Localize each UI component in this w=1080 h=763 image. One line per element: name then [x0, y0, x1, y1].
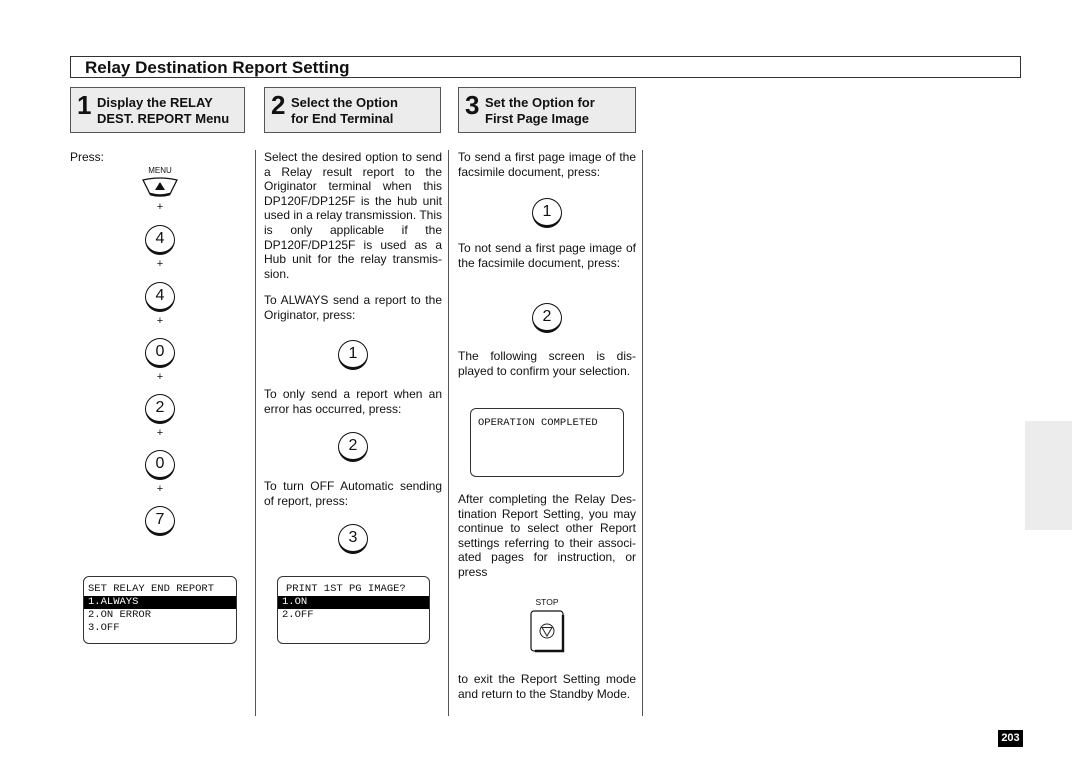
- key-0[interactable]: 0: [145, 450, 175, 480]
- col2-error-text: To only send a report when an error has …: [264, 387, 442, 416]
- menu-key-shape: [142, 177, 178, 197]
- plus-sign: +: [156, 483, 164, 495]
- menu-key-label: MENU: [148, 166, 172, 175]
- plus-sign: +: [156, 258, 164, 270]
- col2-always-text: To ALWAYS send a report to the Originato…: [264, 293, 442, 322]
- section-title-bar: Relay Destination Report Setting: [70, 56, 1021, 78]
- step-label: Select the Option for End Terminal: [291, 95, 398, 126]
- plus-sign: +: [156, 371, 164, 383]
- step-1-header: 1 Display the RELAY DEST. REPORT Menu: [70, 87, 245, 133]
- lcd-row: 2.ON ERROR: [88, 609, 152, 621]
- key-2[interactable]: 2: [338, 432, 368, 462]
- step-label: Display the RELAY DEST. REPORT Menu: [97, 95, 230, 126]
- stop-key-label: STOP: [535, 597, 559, 607]
- stop-key-shape: [530, 610, 565, 653]
- col3-exit-text: to exit the Report Setting mode and retu…: [458, 672, 636, 701]
- lcd-row: OPERATION COMPLETED: [478, 417, 598, 429]
- column-divider: [448, 150, 449, 716]
- col2-off-text: To turn OFF Automatic sending of report,…: [264, 479, 442, 508]
- lcd-display-first-page: PRINT 1ST PG IMAGE? 1.ON 2.OFF: [277, 576, 430, 644]
- step-2-header: 2 Select the Option for End Terminal: [264, 87, 441, 133]
- lcd-row: 3.OFF: [88, 622, 120, 634]
- key-4[interactable]: 4: [145, 282, 175, 312]
- plus-sign: +: [156, 315, 164, 327]
- lcd-display-operation-completed: OPERATION COMPLETED: [470, 408, 624, 477]
- lcd-row-selected: 1.ON: [278, 596, 429, 609]
- key-0[interactable]: 0: [145, 338, 175, 368]
- key-3[interactable]: 3: [338, 524, 368, 554]
- lcd-row-selected: 1.ALWAYS: [84, 596, 236, 609]
- col2-intro-text: Select the desired option to send a Rela…: [264, 150, 442, 281]
- step-label: Set the Option for First Page Image: [485, 95, 595, 126]
- key-4[interactable]: 4: [145, 225, 175, 255]
- section-title: Relay Destination Report Setting: [85, 58, 350, 77]
- step-3-header: 3 Set the Option for First Page Image: [458, 87, 636, 133]
- lcd-row: 2.OFF: [282, 609, 314, 621]
- plus-sign: +: [156, 201, 164, 213]
- side-thumb-tab: [1025, 421, 1072, 530]
- col3-confirm-text: The following screen is dis-played to co…: [458, 349, 636, 378]
- key-7[interactable]: 7: [145, 506, 175, 536]
- key-1[interactable]: 1: [338, 340, 368, 370]
- key-2[interactable]: 2: [532, 303, 562, 333]
- column-divider: [255, 150, 256, 716]
- col3-send-text: To send a first page image of the facsim…: [458, 150, 636, 179]
- column-divider: [642, 150, 643, 716]
- step-number: 2: [271, 90, 286, 120]
- step-number: 3: [465, 90, 480, 120]
- step-number: 1: [77, 90, 92, 120]
- col3-nosend-text: To not send a first page image of the fa…: [458, 241, 636, 270]
- key-2[interactable]: 2: [145, 394, 175, 424]
- lcd-row: PRINT 1ST PG IMAGE?: [286, 583, 406, 595]
- menu-key[interactable]: MENU: [140, 166, 180, 203]
- press-label: Press:: [70, 150, 105, 164]
- plus-sign: +: [156, 427, 164, 439]
- lcd-row: SET RELAY END REPORT: [88, 583, 215, 595]
- lcd-display-relay-report: SET RELAY END REPORT 1.ALWAYS 2.ON ERROR…: [83, 576, 237, 644]
- col3-after-text: After completing the Relay Des-tination …: [458, 492, 636, 579]
- page-number: 203: [998, 730, 1023, 747]
- key-1[interactable]: 1: [532, 198, 562, 228]
- stop-key[interactable]: STOP: [527, 597, 567, 660]
